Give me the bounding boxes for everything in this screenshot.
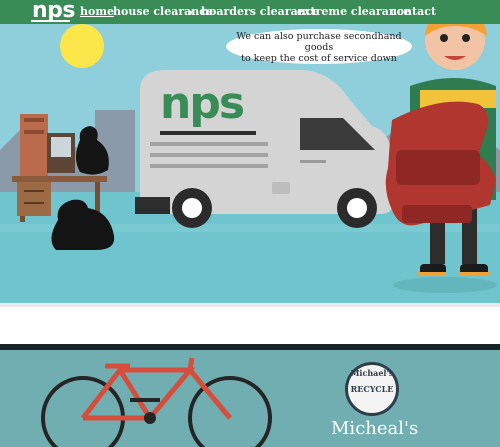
- nav-house-clearance[interactable]: house clearance: [113, 5, 213, 18]
- van-logo: nps: [160, 78, 245, 129]
- bike-wheel-rear: [41, 376, 125, 447]
- armchair: [385, 101, 496, 226]
- hero-illustration: [0, 24, 500, 304]
- chevron-down-icon[interactable]: ▾: [189, 7, 193, 17]
- promo-section: Michael's RECYCLE: [0, 350, 500, 447]
- recycle-badge-text: Michael's RECYCLE: [350, 368, 394, 394]
- speech-line-1: We can also purchase secondhand goods: [236, 31, 402, 53]
- top-navbar: nps home house clearance ▾ hoarders clea…: [0, 0, 500, 24]
- recycle-badge: Michael's RECYCLE: [345, 362, 399, 416]
- nav-home[interactable]: home: [80, 5, 114, 18]
- hero-bottom-border: [0, 303, 500, 307]
- bicycle-illustration: [41, 357, 272, 447]
- shop-title: Micheal's: [331, 418, 419, 439]
- speech-line-2: to keep the cost of service down: [241, 53, 397, 64]
- speech-bubble-text: We can also purchase secondhand goods to…: [232, 31, 406, 64]
- sun-icon: [60, 24, 104, 68]
- bike-frame: [81, 357, 232, 421]
- logo-underline: [31, 20, 70, 22]
- bike-wheel-front: [188, 376, 272, 447]
- nav-contact[interactable]: contact: [390, 5, 436, 18]
- ground-shadow: [393, 277, 497, 293]
- hero-banner: We can also purchase secondhand goods to…: [0, 24, 500, 304]
